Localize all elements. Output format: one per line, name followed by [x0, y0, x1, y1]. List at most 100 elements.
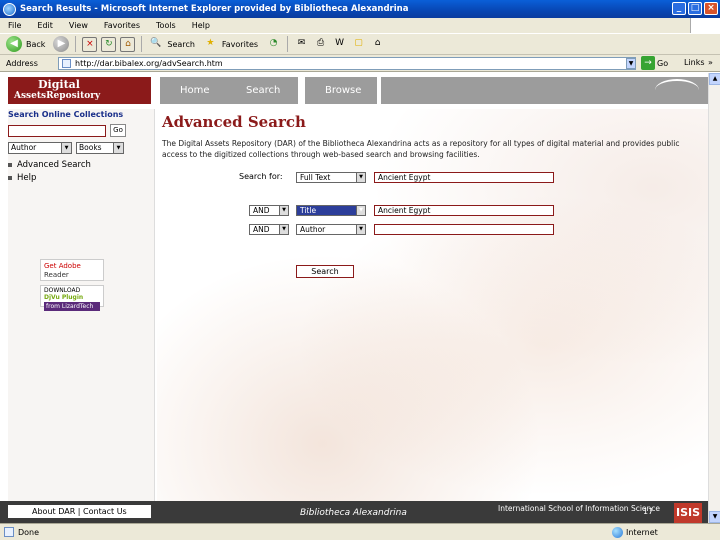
quick-search-input[interactable] [8, 125, 106, 137]
address-url: http://dar.bibalex.org/advSearch.htm [75, 59, 223, 68]
favorites-star-icon[interactable]: ★ [203, 37, 218, 52]
links-button[interactable]: Links [684, 58, 705, 67]
quick-search-go-button[interactable]: Go [110, 124, 126, 137]
row3-operator-select[interactable]: AND ▼ [249, 224, 289, 235]
chevron-down-icon: ▼ [279, 225, 288, 234]
row1-field-value: Full Text [300, 173, 331, 182]
scroll-up-icon[interactable]: ▲ [709, 73, 720, 85]
row3-field-select[interactable]: Author ▼ [296, 224, 366, 235]
menu-view[interactable]: View [69, 21, 88, 30]
row2-search-input[interactable]: Ancient Egypt [374, 205, 554, 216]
row3-search-input[interactable] [374, 224, 554, 235]
back-button-label[interactable]: Back [26, 40, 45, 49]
toolbar: ◀ Back ▶ × ↻ ⌂ 🔍 Search ★ Favorites ◔ ✉ … [0, 33, 720, 55]
page-done-icon [4, 527, 14, 537]
sidebar-title: Search Online Collections [8, 110, 124, 119]
dar-logo[interactable]: Digital AssetsRepository [8, 77, 151, 104]
menu-favorites[interactable]: Favorites [104, 21, 140, 30]
search-button[interactable]: Search [296, 265, 354, 278]
sidebar-link-label: Advanced Search [17, 160, 91, 170]
chevron-down-icon: ▼ [356, 173, 365, 182]
sidebar-link-advanced-search[interactable]: Advanced Search [8, 160, 91, 170]
maximize-button[interactable]: □ [688, 2, 702, 15]
security-zone: Internet [612, 527, 658, 538]
address-dropdown-icon[interactable]: ▼ [626, 58, 636, 69]
bullet-icon [8, 175, 12, 180]
menu-help[interactable]: Help [192, 21, 210, 30]
row1-field-select[interactable]: Full Text ▼ [296, 172, 366, 183]
isis-logo: ISIS [674, 503, 702, 523]
internet-explorer-icon [3, 2, 16, 16]
discuss-icon[interactable]: ▢ [351, 37, 366, 52]
menu-edit[interactable]: Edit [37, 21, 53, 30]
footer-school: International School of Information Scie… [498, 504, 661, 513]
history-icon[interactable]: ◔ [266, 37, 281, 52]
site-footer: About DAR | Contact Us Bibliotheca Alexa… [0, 501, 708, 523]
zone-label: Internet [626, 528, 658, 537]
nav-search[interactable]: Search [226, 77, 298, 104]
minimize-button[interactable]: _ [672, 2, 686, 15]
footer-institution: Bibliotheca Alexandrina [300, 508, 407, 518]
home-icon[interactable]: ⌂ [120, 36, 136, 52]
row2-operator-value: AND [253, 206, 270, 215]
page-description: The Digital Assets Repository (DAR) of t… [162, 139, 680, 159]
chevron-down-icon: ▼ [113, 143, 123, 153]
menu-file[interactable]: File [8, 21, 21, 30]
forward-arrow-icon[interactable]: ▶ [53, 36, 70, 52]
status-text: Done [18, 527, 40, 537]
bullet-icon [8, 162, 12, 167]
chevron-down-icon: ▼ [61, 143, 71, 153]
search-icon[interactable]: 🔍 [148, 37, 163, 52]
get-adobe-reader-badge[interactable]: Get Adobe Reader [40, 259, 104, 281]
go-button[interactable]: → Go [641, 56, 668, 70]
print-icon[interactable]: ⎙ [313, 37, 328, 52]
mail-icon[interactable]: ✉ [294, 37, 309, 52]
links-chevron-icon[interactable]: » [708, 58, 713, 67]
edit-icon[interactable]: W [332, 37, 347, 52]
web-page: Digital AssetsRepository Home Search Bro… [0, 73, 708, 523]
window-title: Search Results - Microsoft Internet Expl… [20, 4, 409, 14]
address-input[interactable]: http://dar.bibalex.org/advSearch.htm [58, 57, 636, 70]
sidebar-link-label: Help [17, 173, 37, 183]
refresh-icon[interactable]: ↻ [101, 36, 117, 52]
toolbar-separator [141, 36, 143, 52]
quick-search-field-select[interactable]: Author ▼ [8, 142, 72, 154]
main-content-background [157, 109, 708, 503]
row2-field-select[interactable]: Title ▼ [296, 205, 366, 216]
window-controls: _ □ × [672, 2, 718, 15]
logo-repository: Repository [46, 91, 101, 101]
favorites-button-label[interactable]: Favorites [222, 40, 258, 49]
row3-operator-value: AND [253, 225, 270, 234]
search-button-label[interactable]: Search [167, 40, 194, 49]
menu-tools[interactable]: Tools [156, 21, 176, 30]
scroll-down-icon[interactable]: ▼ [709, 511, 720, 523]
bibalex-swoosh-logo [655, 79, 699, 101]
chevron-down-icon: ▼ [356, 225, 365, 234]
page-icon [62, 59, 71, 68]
toolbar-separator [75, 36, 77, 52]
djvu-plugin-badge[interactable]: DOWNLOAD DjVu Plugin from LizardTech [40, 285, 104, 311]
djvu-line2: DjVu Plugin [44, 294, 84, 301]
quick-search-type-select[interactable]: Books ▼ [76, 142, 124, 154]
address-label: Address [6, 58, 38, 68]
adobe-line2: Reader [44, 271, 69, 279]
go-arrow-icon: → [641, 56, 655, 70]
footer-links[interactable]: About DAR | Contact Us [8, 505, 151, 518]
back-arrow-icon[interactable]: ◀ [6, 36, 22, 52]
stop-icon[interactable]: × [82, 36, 98, 52]
close-button[interactable]: × [704, 2, 718, 15]
nav-browse[interactable]: Browse [305, 77, 377, 104]
site-header: Digital AssetsRepository Home Search Bro… [0, 73, 708, 107]
djvu-line3: from LizardTech [44, 302, 100, 311]
vertical-scrollbar[interactable]: ▲ ▼ [708, 73, 720, 523]
row2-field-value: Title [300, 206, 317, 215]
page-title: Advanced Search [162, 113, 306, 131]
row2-operator-select[interactable]: AND ▼ [249, 205, 289, 216]
sidebar-link-help[interactable]: Help [8, 173, 36, 183]
research-icon[interactable]: ⌂ [370, 37, 385, 52]
row1-search-input[interactable]: Ancient Egypt [374, 172, 554, 183]
slide-page-number: 17 [643, 507, 654, 516]
window-titlebar: Search Results - Microsoft Internet Expl… [0, 0, 720, 18]
djvu-line1: DOWNLOAD [44, 287, 81, 294]
logo-line1: Digital [38, 78, 80, 91]
